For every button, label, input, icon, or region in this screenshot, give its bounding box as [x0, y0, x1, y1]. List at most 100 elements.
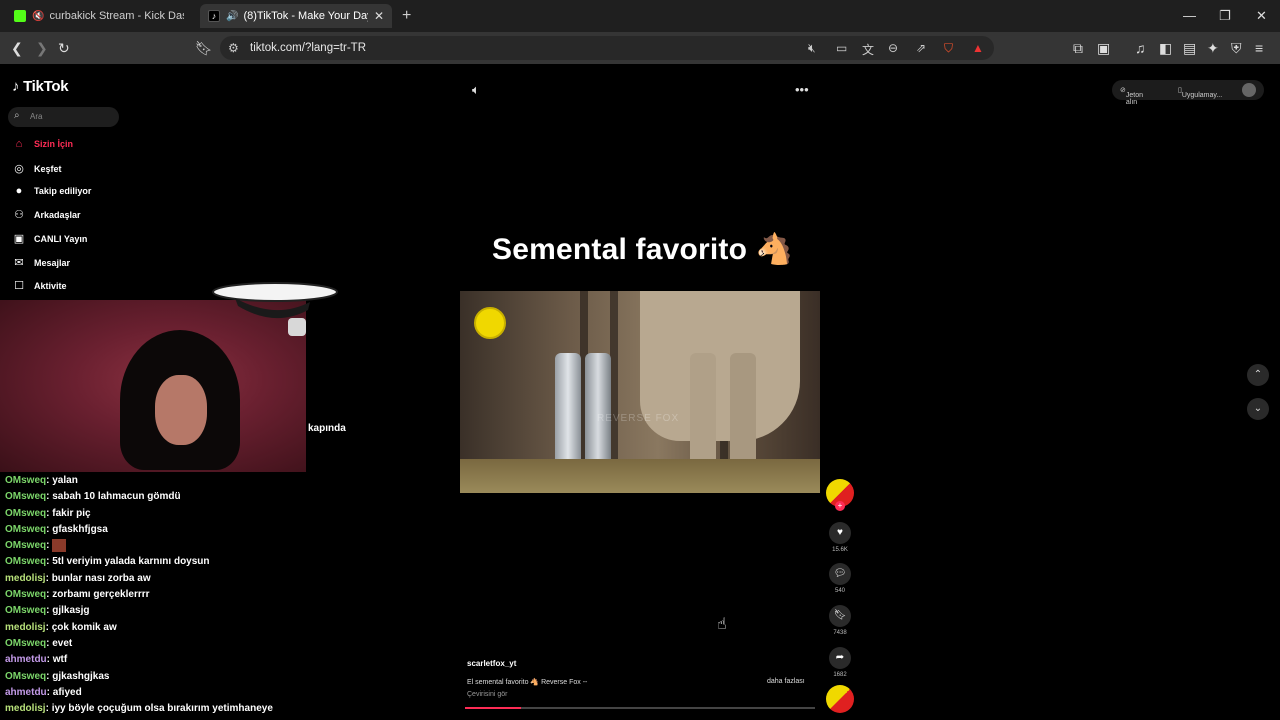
- like-button[interactable]: ♥ 15.6K: [829, 522, 851, 553]
- browser-tab-bar: 🔇 curbakick Stream - Kick Dashboard ♪ 🔊 …: [0, 0, 1280, 32]
- chat-username: OMsweq: [5, 507, 47, 519]
- save-count: 7438: [833, 630, 847, 636]
- menu-icon[interactable]: ≡: [1255, 39, 1263, 57]
- chat-username: OMsweq: [5, 523, 47, 535]
- save-button[interactable]: 🔖︎ 7438: [829, 605, 851, 636]
- share-button[interactable]: ➦ 1682: [829, 647, 851, 678]
- close-window-button[interactable]: ✕: [1256, 8, 1267, 24]
- chat-username: OMsweq: [5, 540, 47, 552]
- forward-icon[interactable]: ❯: [36, 39, 48, 57]
- chat-username: medolisj: [5, 703, 46, 715]
- translate-link[interactable]: Çevirisini gör: [467, 691, 507, 698]
- wallet-icon[interactable]: ▤: [1183, 39, 1196, 57]
- chat-username: medolisj: [5, 621, 46, 633]
- more-link[interactable]: daha fazlası: [767, 678, 805, 685]
- friends-icon: ⚇: [14, 209, 24, 221]
- media-icon[interactable]: ♫: [1135, 39, 1146, 57]
- muted-speaker-icon[interactable]: 🔇: [32, 11, 44, 22]
- zoom-icon[interactable]: ⊖: [888, 41, 898, 55]
- nav-activity[interactable]: ☐ Aktivite: [11, 279, 66, 292]
- channel-badge: [474, 307, 506, 339]
- home-icon: ⌂: [15, 138, 23, 150]
- next-video-button[interactable]: ⌄: [1247, 398, 1269, 420]
- extensions-icon[interactable]: ⧉: [1073, 39, 1083, 57]
- video-progress-fill: [465, 707, 521, 709]
- comment-button[interactable]: 💬︎ 540: [829, 563, 851, 594]
- overlay-caption: kapında: [308, 423, 346, 434]
- profile-avatar[interactable]: [1242, 83, 1256, 97]
- nav-explore[interactable]: ◎ Keşfet: [11, 162, 61, 175]
- sidebar-icon[interactable]: ▣: [1097, 39, 1110, 57]
- nav-for-you[interactable]: ⌂ Sizin İçin: [11, 138, 73, 150]
- restore-button[interactable]: ❐: [1219, 8, 1231, 24]
- chat-text: zorbamı gerçeklerrrr: [52, 589, 150, 601]
- cast-icon[interactable]: ▭: [836, 41, 847, 55]
- search-input[interactable]: ⌕ Ara: [8, 107, 119, 127]
- straw-ground: [460, 459, 820, 493]
- tiktok-logo[interactable]: ♪ TikTok: [12, 78, 69, 95]
- stall-bar: [610, 291, 618, 461]
- chat-overlay: OMsweq: yalan OMsweq: sabah 10 lahmacun g…: [5, 473, 365, 717]
- live-icon: ▣: [13, 233, 25, 245]
- close-tab-icon[interactable]: ✕: [374, 9, 384, 23]
- chat-username: medolisj: [5, 572, 46, 584]
- chat-text: gjlkasjg: [52, 605, 90, 617]
- tab-title: curbakick Stream - Kick Dashboard: [49, 10, 184, 22]
- chat-message: OMsweq: gjlkasjg: [5, 603, 365, 619]
- nav-friends[interactable]: ⚇ Arkadaşlar: [11, 208, 80, 221]
- minimize-button[interactable]: —: [1183, 8, 1196, 23]
- chat-text: çok komik aw: [51, 621, 117, 633]
- back-icon[interactable]: ❮: [11, 39, 23, 57]
- message-icon: ✉: [14, 257, 24, 269]
- url-text[interactable]: tiktok.com/?lang=tr-TR: [250, 42, 366, 54]
- nav-live[interactable]: ▣ CANLI Yayın: [11, 232, 88, 245]
- reload-icon[interactable]: ↻: [58, 39, 70, 57]
- chat-username: OMsweq: [5, 605, 47, 617]
- video-title: Semental favorito 🐴: [492, 233, 794, 266]
- speaker-icon[interactable]: 🔊: [226, 11, 238, 22]
- activity-icon: ☐: [14, 280, 24, 292]
- chat-username: OMsweq: [5, 475, 47, 486]
- tab-tiktok[interactable]: ♪ 🔊 (8)TikTok - Make Your Day ✕: [200, 4, 392, 28]
- video-progress-bar[interactable]: [465, 707, 815, 709]
- chat-message: OMsweq: gjkashgjkas: [5, 669, 365, 685]
- share-icon[interactable]: ⇗: [916, 41, 926, 55]
- video-player[interactable]: REVERSE FOX: [460, 291, 820, 493]
- get-coins-button[interactable]: ⊘ Jeton alın: [1120, 86, 1143, 106]
- side-panel-icon[interactable]: ◧: [1159, 39, 1172, 57]
- address-bar[interactable]: ⚙ tiktok.com/?lang=tr-TR 🔇︎ ▭ 文 ⊖ ⇗ ⛉ ▲: [220, 36, 994, 60]
- brave-rewards-icon[interactable]: ▲: [972, 41, 984, 55]
- translate-icon[interactable]: 文: [862, 41, 874, 58]
- chat-username: OMsweq: [5, 556, 47, 568]
- chat-text: wtf: [52, 654, 68, 666]
- site-settings-icon[interactable]: ⚙: [228, 41, 239, 55]
- mute-site-icon[interactable]: 🔇︎: [808, 41, 816, 56]
- new-tab-button[interactable]: +: [402, 7, 411, 25]
- sound-avatar[interactable]: [826, 685, 854, 713]
- share-count: 1682: [833, 672, 847, 678]
- leo-icon[interactable]: ✦: [1207, 39, 1219, 57]
- chat-message: ahmetdu: wtf: [5, 652, 365, 668]
- header-actions: ⊘ Jeton alın ▯ Uygulamay...: [1112, 80, 1264, 106]
- creator-avatar[interactable]: +: [826, 479, 854, 511]
- chat-text: yalan: [52, 475, 78, 486]
- chat-text: fakir piç: [52, 507, 91, 519]
- more-options-icon[interactable]: •••: [795, 82, 809, 97]
- chat-username: OMsweq: [5, 589, 47, 601]
- bookmark-icon[interactable]: 🔖︎: [195, 39, 213, 57]
- get-app-button[interactable]: ▯ Uygulamay...: [1178, 86, 1222, 99]
- volume-icon[interactable]: 🔈︎: [472, 82, 480, 98]
- chat-username: OMsweq: [5, 491, 47, 503]
- author-name[interactable]: scarletfox_yt: [467, 659, 516, 668]
- chat-message: OMsweq: yalan: [5, 473, 365, 489]
- vpn-icon[interactable]: ⛨: [1231, 39, 1242, 57]
- nav-messages[interactable]: ✉ Mesajlar: [11, 256, 70, 269]
- brave-shield-icon[interactable]: ⛉: [944, 41, 953, 56]
- horse-leg: [730, 353, 756, 473]
- heart-icon: ♥: [829, 522, 851, 544]
- previous-video-button[interactable]: ⌃: [1247, 364, 1269, 386]
- follow-plus-icon[interactable]: +: [835, 501, 845, 511]
- nav-following[interactable]: ● Takip ediliyor: [11, 185, 92, 197]
- tab-kick[interactable]: 🔇 curbakick Stream - Kick Dashboard: [6, 4, 192, 28]
- chat-message: OMsweq: evet: [5, 636, 365, 652]
